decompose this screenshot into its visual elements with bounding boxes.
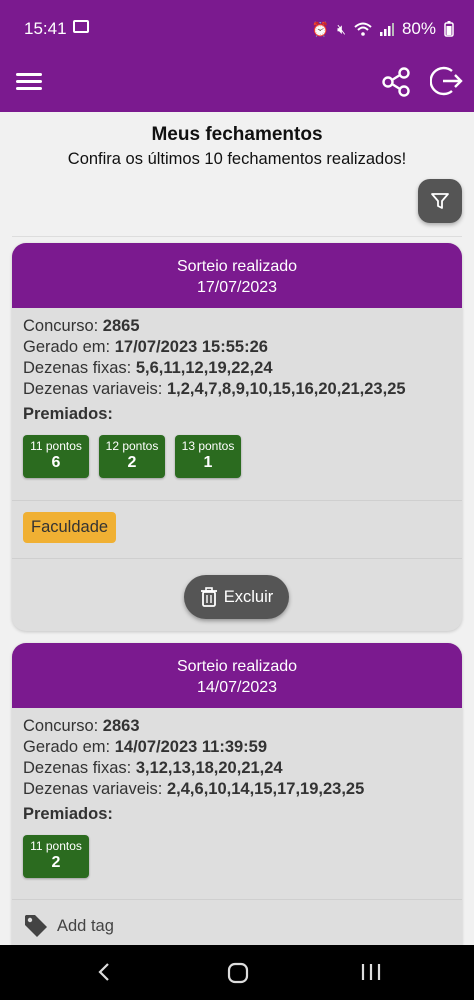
card-header: Sorteio realizado 17/07/2023 [12,243,462,308]
page-heading: Meus fechamentos Confira os últimos 10 f… [0,124,474,169]
alarm-icon: ⏰ [311,20,330,37]
delete-button[interactable]: Excluir [184,575,289,619]
menu-button[interactable] [16,70,44,96]
add-tag-label: Add tag [57,916,114,935]
battery-icon [444,21,454,37]
prize-badge: 12 pontos 2 [99,435,165,478]
fechamento-card: Sorteio realizado 17/07/2023 Concurso: 2… [12,243,462,631]
divider [12,500,462,501]
prize-badge: 11 pontos 6 [23,435,89,478]
tag-chip[interactable]: Faculdade [23,512,117,543]
variaveis-value: 2,4,6,10,14,15,17,19,23,25 [167,780,365,798]
divider [12,558,462,559]
variaveis-row: Dezenas variaveis: 1,2,4,7,8,9,10,15,16,… [23,380,406,398]
trash-icon [200,587,217,607]
wifi-icon [354,22,372,36]
prize-list: 11 pontos 6 12 pontos 2 13 pontos 1 [23,435,451,478]
prize-badge: 13 pontos 1 [175,435,241,478]
app-bar [0,56,474,112]
page-subtitle: Confira os últimos 10 fechamentos realiz… [67,150,407,168]
gerado-row: Gerado em: 14/07/2023 11:39:59 [23,738,268,756]
variaveis-row: Dezenas variaveis: 2,4,6,10,14,15,17,19,… [23,780,365,798]
variaveis-value: 1,2,4,7,8,9,10,15,16,20,21,23,25 [167,380,406,398]
card-body: Concurso: 2863 Gerado em: 14/07/2023 11:… [12,708,462,878]
status-time: 15:41 [24,19,67,38]
card-date: 17/07/2023 [196,279,278,296]
prize-list: 11 pontos 2 [23,835,451,878]
filter-button[interactable] [418,179,462,223]
card-status: Sorteio realizado [176,258,298,275]
fixas-value: 5,6,11,12,19,22,24 [135,359,273,377]
fixas-value: 3,12,13,18,20,21,24 [135,759,283,777]
card-body: Concurso: 2865 Gerado em: 17/07/2023 15:… [12,308,462,478]
concurso-value: 2865 [102,317,140,335]
concurso-row: Concurso: 2863 [23,717,140,735]
nav-home-icon[interactable] [227,962,249,984]
status-bar: 15:41 ⏰ 🔇︎ 80% [0,0,474,56]
page-title: Meus fechamentos [151,124,323,145]
battery-text: 80% [401,19,436,38]
prize-badge: 11 pontos 2 [23,835,89,878]
voicemail-icon [73,20,89,33]
fixas-row: Dezenas fixas: 5,6,11,12,19,22,24 [23,359,273,377]
menu-icon [16,73,42,76]
concurso-value: 2863 [102,717,140,735]
signal-icon [379,23,394,36]
concurso-row: Concurso: 2865 [23,317,140,335]
card-header: Sorteio realizado 14/07/2023 [12,643,462,708]
divider [12,899,462,900]
card-status: Sorteio realizado [176,658,298,675]
main-content: Meus fechamentos Confira os últimos 10 f… [0,112,474,945]
premiados-label: Premiados: [23,805,113,823]
share-icon[interactable] [380,66,412,98]
filter-icon [431,193,449,209]
nav-recents-icon[interactable] [360,962,382,982]
gerado-value: 14/07/2023 11:39:59 [114,738,268,756]
gerado-row: Gerado em: 17/07/2023 15:55:26 [23,338,268,356]
divider [12,236,462,237]
logout-icon[interactable] [430,64,464,98]
fechamento-card: Sorteio realizado 14/07/2023 Concurso: 2… [12,643,462,945]
mute-icon: 🔇︎ [337,20,346,37]
add-tag-button[interactable]: Add tag [23,913,114,939]
tag-icon [25,915,47,937]
gerado-value: 17/07/2023 15:55:26 [114,338,268,356]
premiados-label: Premiados: [23,405,113,423]
fixas-row: Dezenas fixas: 3,12,13,18,20,21,24 [23,759,283,777]
nav-back-icon[interactable] [97,962,111,982]
card-date: 14/07/2023 [196,679,278,696]
system-nav-bar [0,945,474,1000]
delete-label: Excluir [223,587,274,606]
